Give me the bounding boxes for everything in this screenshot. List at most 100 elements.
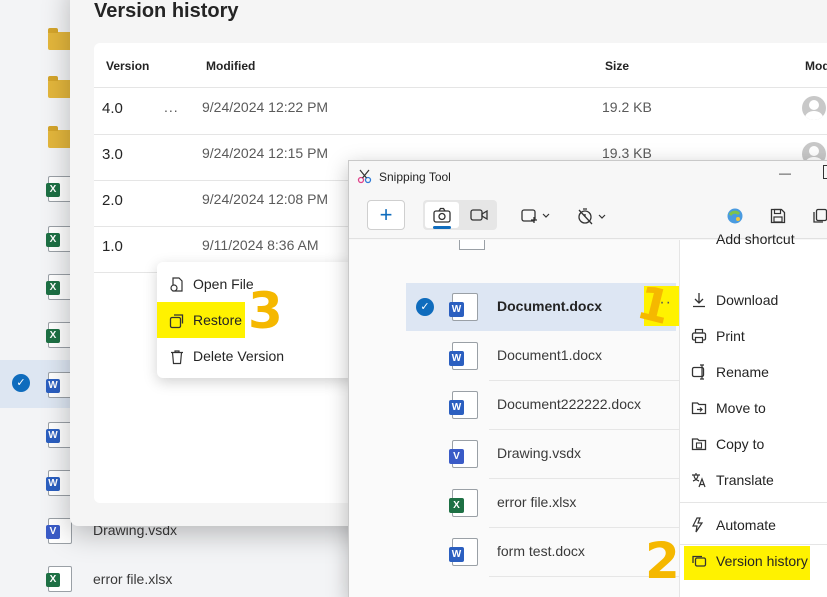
modified-date: 9/24/2024 12:22 PM — [202, 99, 329, 115]
save-icon — [770, 208, 786, 224]
excel-file-icon: X — [449, 489, 478, 517]
check-icon[interactable]: ✓ — [12, 374, 30, 392]
menu-item-label: Download — [716, 292, 779, 308]
list-item[interactable]: X error file.xlsx — [406, 479, 676, 527]
annotation-three: 3 — [248, 282, 283, 340]
annotation-two: 2 — [645, 532, 680, 590]
menu-item-version-history[interactable]: Version history — [680, 544, 827, 580]
word-file-icon: W — [46, 422, 72, 448]
word-file-icon: W — [46, 470, 72, 496]
folder-icon — [48, 126, 72, 148]
folder-icon — [48, 28, 72, 50]
modified-date: 9/24/2024 12:15 PM — [202, 145, 329, 161]
video-mode-button[interactable] — [463, 202, 495, 228]
visio-file-icon: V — [46, 518, 72, 544]
version-number: 2.0 — [102, 192, 123, 209]
visio-file-icon: V — [449, 440, 478, 468]
copy-to-icon — [690, 436, 708, 454]
check-icon[interactable]: ✓ — [416, 298, 434, 316]
active-indicator — [433, 226, 451, 229]
column-header-version[interactable]: Version — [106, 59, 149, 73]
minimize-button[interactable]: — — [779, 166, 791, 180]
menu-item-label: Rename — [716, 364, 769, 380]
menu-item-label: Translate — [716, 472, 774, 488]
screenshot-mode-button[interactable] — [425, 202, 459, 229]
word-file-icon: W — [449, 342, 478, 370]
file-size: 19.3 KB — [602, 145, 652, 161]
move-to-icon — [690, 400, 708, 418]
partial-file-icon — [459, 240, 485, 250]
menu-item-label: Move to — [716, 400, 766, 416]
divider — [94, 87, 827, 88]
file-actions-menu: Add shortcut Download Print Rename Move … — [679, 232, 827, 597]
word-file-icon: W — [46, 372, 72, 398]
menu-item-label: Version history — [716, 553, 808, 569]
rectangle-snip-icon — [521, 209, 550, 223]
column-header-modified[interactable]: Modified — [206, 59, 255, 73]
maximize-button[interactable] — [823, 165, 827, 179]
word-file-icon: W — [449, 391, 478, 419]
menu-item-automate[interactable]: Automate — [680, 508, 827, 544]
download-icon — [690, 292, 708, 310]
edit-in-paint-button[interactable] — [721, 201, 751, 231]
column-header-modified-by[interactable]: Mod — [805, 59, 827, 73]
version-history-icon — [690, 553, 708, 571]
list-item[interactable]: W form test.docx — [406, 528, 676, 576]
menu-item-rename[interactable]: Rename — [680, 355, 827, 391]
timer-off-icon — [578, 208, 606, 225]
excel-file-icon: X — [46, 274, 72, 300]
column-header-size[interactable]: Size — [605, 59, 629, 73]
menu-item-print[interactable]: Print — [680, 319, 827, 355]
menu-item-add-shortcut[interactable]: Add shortcut — [716, 232, 795, 246]
new-snip-button[interactable]: + — [367, 200, 405, 230]
menu-item-label: Open File — [193, 276, 254, 292]
file-name: Document1.docx — [497, 347, 603, 363]
excel-file-icon: X — [46, 176, 72, 202]
trash-icon — [169, 349, 185, 365]
file-name: error file.xlsx — [497, 494, 577, 510]
copy-icon — [813, 208, 827, 223]
translate-icon — [690, 472, 708, 490]
file-size: 19.2 KB — [602, 99, 652, 115]
menu-item-label: Automate — [716, 517, 776, 533]
camera-icon — [433, 207, 451, 223]
menu-item-label: Copy to — [716, 436, 765, 452]
open-file-icon — [169, 277, 185, 293]
avatar — [802, 96, 826, 120]
menu-item-label: Restore — [193, 312, 243, 328]
file-name: Drawing.vsdx — [497, 445, 582, 461]
list-item[interactable]: W Document1.docx — [406, 332, 676, 380]
divider — [94, 134, 827, 135]
menu-item-copy-to[interactable]: Copy to — [680, 427, 827, 463]
snip-shape-dropdown[interactable] — [517, 201, 557, 231]
paint-icon — [727, 208, 743, 224]
version-number: 1.0 — [102, 238, 123, 255]
more-options-button[interactable]: ... — [164, 99, 179, 115]
snipping-tool-logo-icon — [357, 168, 373, 189]
copy-button[interactable] — [805, 201, 827, 231]
menu-item-translate[interactable]: Translate — [680, 463, 827, 499]
rename-icon — [690, 364, 708, 382]
save-button[interactable] — [763, 201, 793, 231]
file-name: form test.docx — [497, 543, 585, 559]
excel-file-icon: X — [46, 226, 72, 252]
list-item[interactable]: V Drawing.vsdx — [406, 430, 676, 478]
dialog-title: Version history — [94, 0, 239, 22]
modified-date: 9/11/2024 8:36 AM — [202, 237, 319, 253]
word-file-icon: W — [449, 293, 478, 321]
file-name: Document.docx — [497, 298, 603, 314]
menu-item-download[interactable]: Download — [680, 283, 827, 319]
video-camera-icon — [470, 209, 488, 221]
delay-dropdown[interactable] — [573, 201, 613, 231]
list-item[interactable]: W Document222222.docx — [406, 381, 676, 429]
menu-item-delete-version[interactable]: Delete Version — [157, 340, 357, 374]
snipping-tool-window: Snipping Tool — + ✓ W Document.docx ··· … — [348, 160, 827, 597]
window-title: Snipping Tool — [379, 170, 451, 184]
snip-content: ✓ W Document.docx ··· 1 W Document1.docx… — [349, 232, 827, 597]
folder-icon — [48, 76, 72, 98]
word-file-icon: W — [449, 538, 478, 566]
version-number: 4.0 — [102, 100, 123, 117]
menu-item-move-to[interactable]: Move to — [680, 391, 827, 427]
menu-item-label: Delete Version — [193, 348, 285, 364]
modified-date: 9/24/2024 12:08 PM — [202, 191, 329, 207]
